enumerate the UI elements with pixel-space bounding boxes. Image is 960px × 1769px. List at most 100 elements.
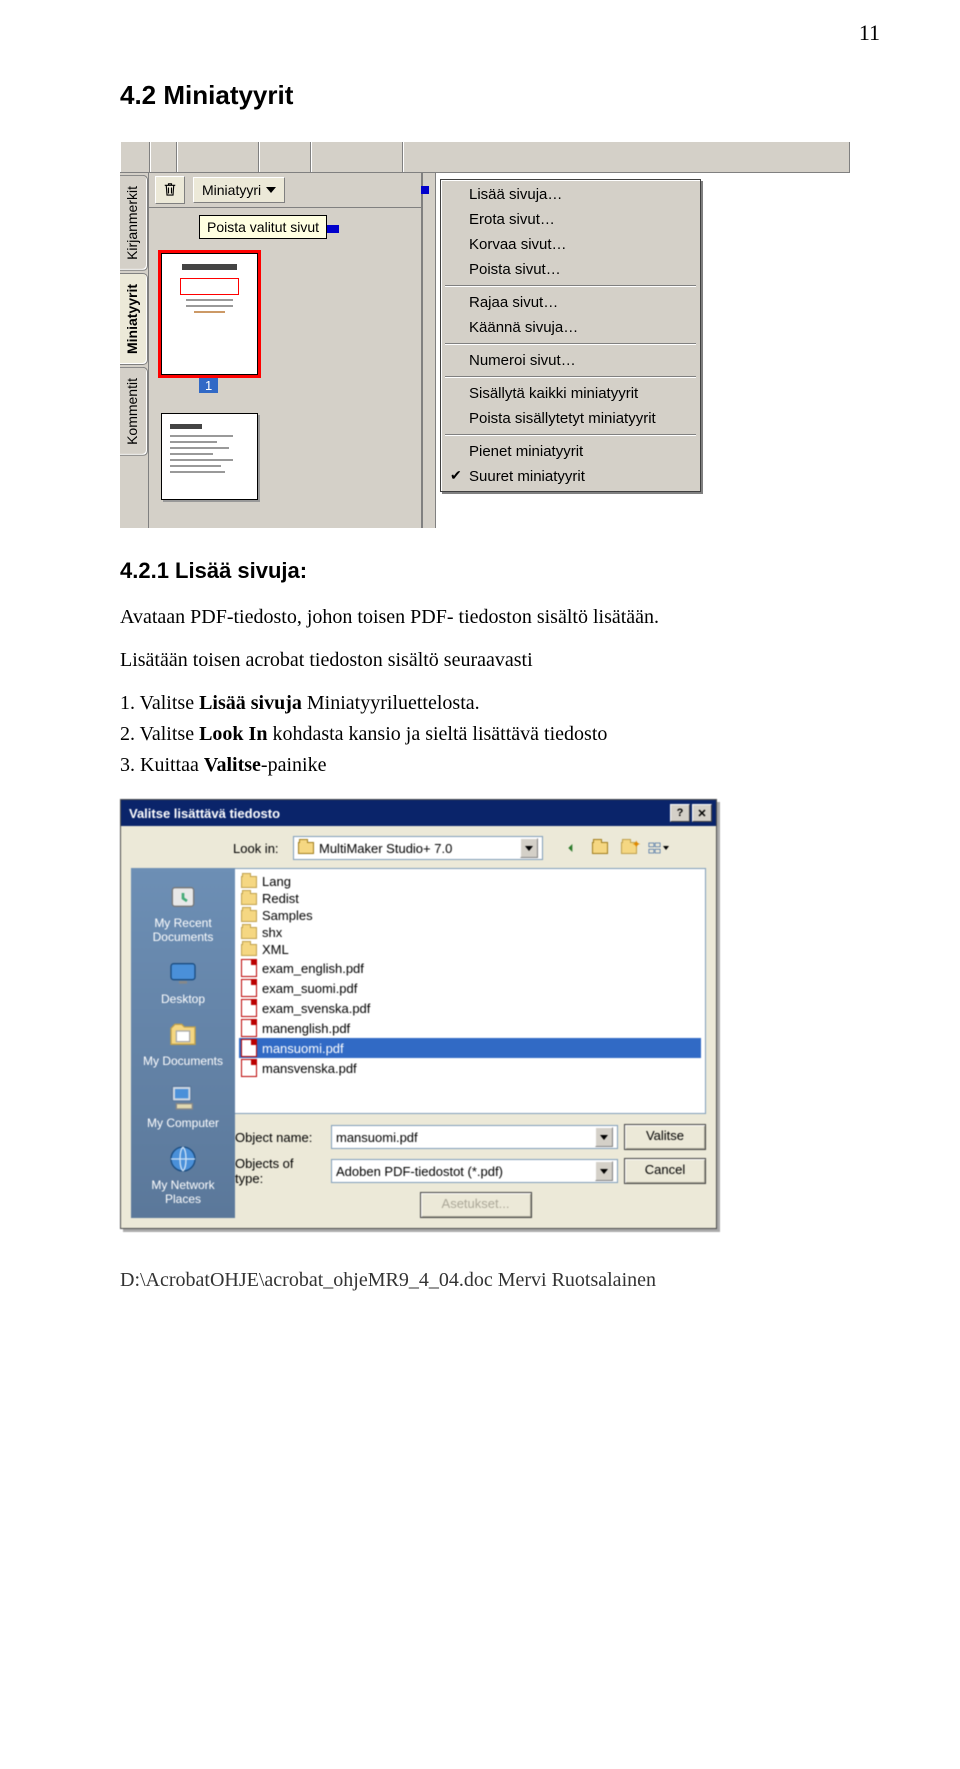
place-label: Desktop <box>161 992 205 1006</box>
network-icon <box>166 1142 200 1176</box>
place-mynet[interactable]: My Network Places <box>139 1138 227 1210</box>
pdf-icon <box>241 999 257 1017</box>
menu-small-thumbs[interactable]: Pienet miniatyyrit <box>443 439 698 464</box>
pdf-icon <box>241 979 257 997</box>
lookin-label: Look in: <box>233 841 287 856</box>
step-text: Miniatyyriluettelosta. <box>302 692 480 714</box>
delete-page-button[interactable] <box>155 176 185 204</box>
new-folder-button[interactable]: ✦ <box>617 836 641 860</box>
footer-path: D:\AcrobatOHJE\acrobat_ohjeMR9_4_04.doc … <box>120 1269 860 1292</box>
file-item[interactable]: exam_suomi.pdf <box>239 978 701 998</box>
place-desktop[interactable]: Desktop <box>139 952 227 1010</box>
thumbnail-item[interactable]: 1 <box>161 253 413 393</box>
object-name-field[interactable]: mansuomi.pdf <box>331 1125 618 1149</box>
object-type-label: Objects of type: <box>235 1156 325 1186</box>
pdf-icon <box>241 1039 257 1057</box>
tab-comments[interactable]: Kommentit <box>120 367 148 456</box>
miniatyyri-label: Miniatyyri <box>202 182 261 198</box>
menu-large-thumbs[interactable]: Suuret miniatyyrit <box>443 464 698 489</box>
folder-item[interactable]: Lang <box>239 873 701 890</box>
folder-item[interactable]: shx <box>239 924 701 941</box>
step-text: 1. Valitse <box>120 692 199 714</box>
file-item[interactable]: mansvenska.pdf <box>239 1058 701 1078</box>
view-menu-button[interactable] <box>646 836 670 860</box>
tab-bookmarks[interactable]: Kirjanmerkit <box>120 175 148 271</box>
menu-number-pages[interactable]: Numeroi sivut… <box>443 348 698 373</box>
place-mydocs[interactable]: My Documents <box>139 1014 227 1072</box>
thumbnail-item[interactable] <box>161 413 413 500</box>
screenshot-acrobat-panel: Kirjanmerkit Miniatyyrit Kommentit Minia… <box>120 141 850 528</box>
file-label: Lang <box>262 874 291 889</box>
menu-crop-pages[interactable]: Rajaa sivut… <box>443 290 698 315</box>
tooltip: Poista valitut sivut <box>199 215 327 239</box>
file-item[interactable]: exam_english.pdf <box>239 958 701 978</box>
miniatyyri-menu-button[interactable]: Miniatyyri <box>193 177 285 203</box>
step-text: 2. Valitse <box>120 723 199 745</box>
folder-new-icon: ✦ <box>621 842 637 854</box>
file-item[interactable]: exam_svenska.pdf <box>239 998 701 1018</box>
thumbnail-page <box>161 413 258 500</box>
menu-separator <box>445 285 696 287</box>
lookin-value: MultiMaker Studio+ 7.0 <box>319 841 452 856</box>
folder-open-icon <box>298 842 314 854</box>
step-text: 3. Kuittaa <box>120 754 204 776</box>
step-text: kohdasta kansio ja sieltä lisättävä tied… <box>267 723 607 745</box>
thumbnails-toolbar: Miniatyyri <box>149 173 421 208</box>
step-2: 2. Valitse Look In kohdasta kansio ja si… <box>120 721 860 748</box>
step-bold: Lisää sivuja <box>199 692 302 714</box>
thumbnail-page <box>161 253 258 375</box>
object-name-label: Object name: <box>235 1130 325 1145</box>
mydocs-icon <box>166 1018 200 1052</box>
menu-extract-pages[interactable]: Erota sivut… <box>443 207 698 232</box>
chevron-down-icon[interactable] <box>595 1161 613 1181</box>
folder-icon <box>241 927 257 939</box>
file-label: exam_svenska.pdf <box>262 1001 370 1016</box>
place-label: My Documents <box>143 1054 223 1068</box>
trash-icon <box>161 179 179 202</box>
thumbnails-panel: Miniatyyri Poista valitut sivut <box>149 173 423 528</box>
file-label: mansvenska.pdf <box>262 1061 357 1076</box>
desktop-icon <box>166 956 200 990</box>
back-button[interactable] <box>559 836 583 860</box>
file-list[interactable]: Lang Redist Samples shx XML exam_english… <box>235 868 706 1114</box>
pdf-icon <box>241 1059 257 1077</box>
lookin-combo[interactable]: MultiMaker Studio+ 7.0 <box>293 836 543 860</box>
tab-thumbnails[interactable]: Miniatyyrit <box>120 273 148 365</box>
recent-icon <box>166 880 200 914</box>
menu-embed-all[interactable]: Sisällytä kaikki miniatyyrit <box>443 381 698 406</box>
folder-item[interactable]: Samples <box>239 907 701 924</box>
page-number: 11 <box>859 20 880 46</box>
menu-delete-pages[interactable]: Poista sivut… <box>443 257 698 282</box>
folder-item[interactable]: XML <box>239 941 701 958</box>
pdf-icon <box>241 1019 257 1037</box>
object-type-combo[interactable]: Adoben PDF-tiedostot (*.pdf) <box>331 1159 618 1183</box>
chevron-down-icon[interactable] <box>520 838 538 858</box>
menu-replace-pages[interactable]: Korvaa sivut… <box>443 232 698 257</box>
dialog-main: My Recent Documents Desktop My Documents… <box>131 868 706 1218</box>
places-bar: My Recent Documents Desktop My Documents… <box>131 868 235 1218</box>
menu-add-pages[interactable]: Lisää sivuja… <box>443 182 698 207</box>
cancel-button[interactable]: Cancel <box>624 1158 706 1184</box>
folder-icon <box>241 876 257 888</box>
file-label: Redist <box>262 891 299 906</box>
dialog-titlebar: Valitse lisättävä tiedosto ? ✕ <box>121 800 716 826</box>
up-folder-button[interactable] <box>588 836 612 860</box>
place-mycomp[interactable]: My Computer <box>139 1076 227 1134</box>
file-label: manenglish.pdf <box>262 1021 350 1036</box>
ok-button[interactable]: Valitse <box>624 1124 706 1150</box>
help-button[interactable]: ? <box>670 804 690 822</box>
place-recent[interactable]: My Recent Documents <box>139 876 227 948</box>
folder-up-icon <box>592 842 608 854</box>
context-menu: Lisää sivuja… Erota sivut… Korvaa sivut…… <box>440 179 701 492</box>
step-text: -painike <box>261 754 327 776</box>
close-button[interactable]: ✕ <box>692 804 712 822</box>
chevron-down-icon[interactable] <box>595 1127 613 1147</box>
settings-button: Asetukset... <box>420 1192 532 1218</box>
file-item-selected[interactable]: mansuomi.pdf <box>239 1038 701 1058</box>
folder-item[interactable]: Redist <box>239 890 701 907</box>
file-item[interactable]: manenglish.pdf <box>239 1018 701 1038</box>
lookin-row: Look in: MultiMaker Studio+ 7.0 ✦ <box>131 836 706 860</box>
menu-rotate-pages[interactable]: Käännä sivuja… <box>443 315 698 340</box>
menu-remove-embedded[interactable]: Poista sisällytetyt miniatyyrit <box>443 406 698 431</box>
intro-paragraph: Avataan PDF-tiedosto, johon toisen PDF- … <box>120 604 860 631</box>
